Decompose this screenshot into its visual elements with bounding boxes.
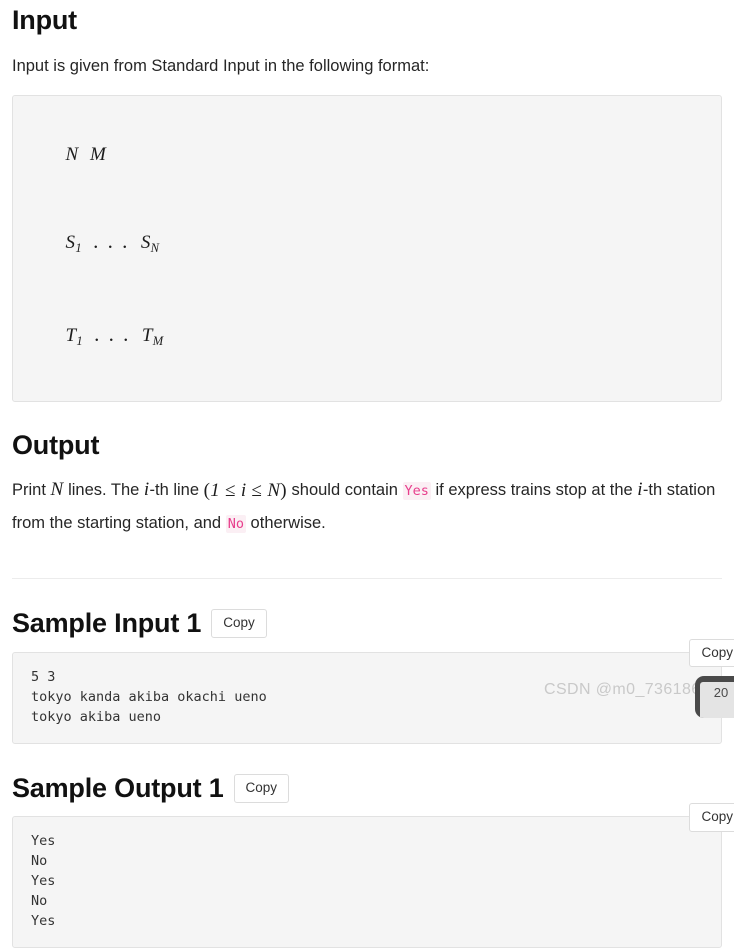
input-format-ellipsis-1: . . . [93, 228, 130, 253]
floating-widget[interactable]: 20 [695, 676, 734, 718]
output-text-1: Print [12, 480, 51, 499]
output-math-n-1: N [50, 478, 64, 500]
sample-input-1-corner-copy-wrapper: Copy [689, 638, 734, 668]
sample-output-1-content: Yes No Yes No Yes [31, 833, 56, 930]
input-format-line-2: S1 . . . SN [31, 198, 703, 292]
output-text-5: if express trains stop at the [430, 480, 638, 499]
output-code-yes: Yes [402, 481, 431, 500]
sample-input-1-header-row: Sample Input 1 Copy [12, 607, 722, 639]
output-section-description: Print N lines. The i-th line (1 ≤ i ≤ N)… [12, 478, 716, 533]
input-format-token-sn: SN [140, 231, 159, 255]
sample-output-1-heading: Sample Output 1 [12, 772, 224, 803]
output-code-no: No [225, 514, 246, 533]
input-section-heading: Input [12, 5, 77, 35]
sample-input-1-corner-copy-button[interactable]: Copy [689, 638, 734, 668]
problem-statement-page: Input Input is given from Standard Input… [0, 0, 734, 948]
input-format-line-1: N M [31, 110, 703, 198]
sample-input-1-heading: Sample Input 1 [12, 607, 202, 638]
output-text-4: should contain [286, 480, 403, 499]
input-format-ellipsis-2: . . . [94, 322, 131, 347]
sample-output-1-header-row: Sample Output 1 Copy [12, 772, 722, 804]
output-section-heading: Output [12, 430, 100, 461]
input-section-description: Input is given from Standard Input in th… [12, 56, 430, 75]
sample-input-1-copy-button[interactable]: Copy [211, 609, 267, 638]
input-format-token-tm: TM [141, 325, 164, 349]
floating-widget-value: 20 [700, 682, 734, 718]
csdn-watermark: CSDN @m0_73618658 [544, 681, 720, 698]
input-format-token-n: N [65, 143, 79, 165]
input-format-token-m: M [89, 143, 107, 165]
input-format-token-t1: T1 [65, 325, 83, 349]
sample-output-1-copy-button[interactable]: Copy [233, 774, 290, 803]
sample-output-1-box: Yes No Yes No Yes Copy [12, 803, 734, 948]
output-text-3: -th line [149, 480, 204, 499]
input-format-box: N M S1 . . . SN T1 . . . TM [12, 94, 722, 403]
output-text-2: lines. The [63, 480, 144, 499]
input-format-line-3: T1 . . . TM [31, 291, 703, 385]
output-text-7: otherwise. [245, 513, 326, 532]
input-format-token-s1: S1 [65, 231, 82, 255]
sample-output-1-corner-copy-wrapper: Copy [689, 803, 734, 832]
sample-output-1-corner-copy-button[interactable]: Copy [689, 803, 734, 832]
